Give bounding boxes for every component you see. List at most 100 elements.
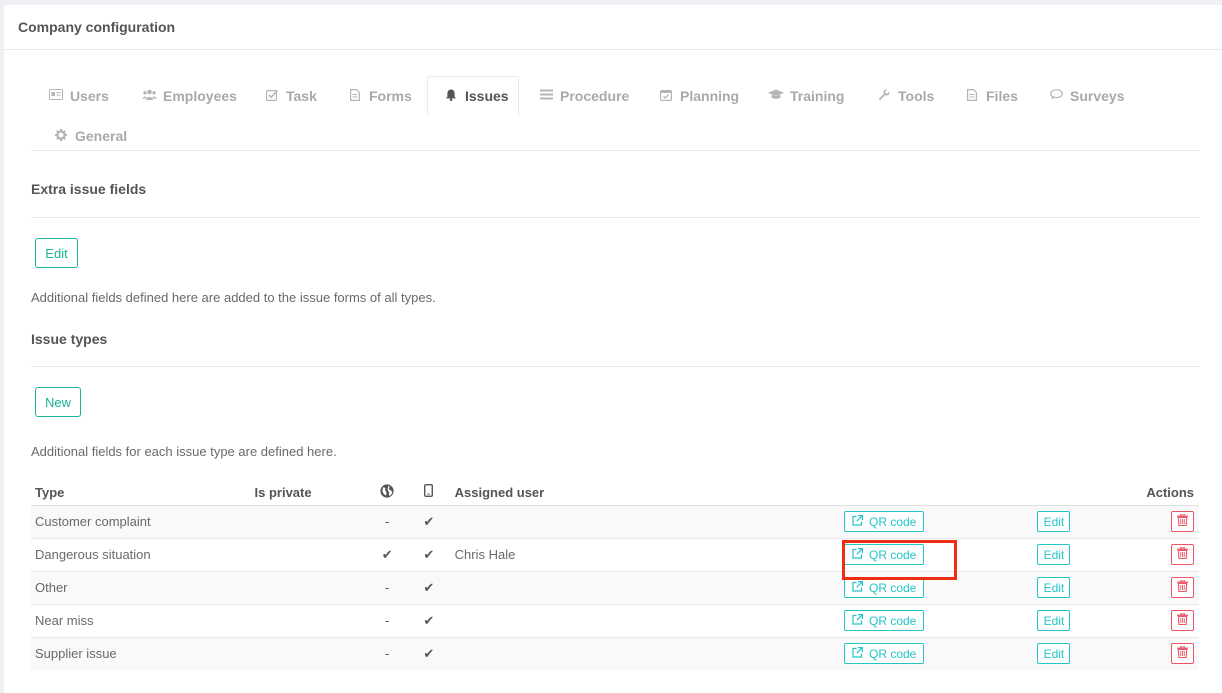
issue-types-table: Type Is private Assigned user Actions Cu… — [31, 480, 1199, 670]
qr-code-label: QR code — [869, 646, 917, 661]
is-private-cell — [250, 603, 368, 637]
delete-button[interactable] — [1171, 544, 1194, 565]
table-header-row: Type Is private Assigned user Actions — [31, 480, 1199, 506]
assigned-user-cell — [450, 504, 841, 538]
qr-code-label: QR code — [869, 514, 917, 529]
edit-extra-fields-button[interactable]: Edit — [35, 238, 78, 268]
users-icon — [141, 89, 157, 103]
delete-button[interactable] — [1171, 610, 1194, 631]
type-cell: Customer complaint — [31, 504, 251, 538]
is-private-cell — [250, 537, 368, 571]
tab-label: Surveys — [1070, 88, 1125, 104]
page-title: Company configuration — [4, 5, 1222, 50]
edit-issue-type-button[interactable]: Edit — [1037, 544, 1071, 565]
assigned-user-cell — [450, 603, 841, 637]
qr-code-button[interactable]: QR code — [844, 577, 925, 598]
tab-users[interactable]: Users — [31, 76, 109, 116]
file-icon — [964, 88, 980, 104]
tab-task[interactable]: Task — [247, 76, 317, 116]
is-private-cell — [250, 504, 368, 538]
external-link-icon — [852, 547, 863, 562]
bell-icon — [443, 89, 459, 104]
tab-label: Files — [986, 88, 1018, 104]
issue-types-help: Additional fields for each issue type ar… — [31, 444, 337, 459]
id-card-icon — [48, 89, 64, 103]
col-type: Type — [31, 480, 251, 506]
tab-files[interactable]: Files — [947, 76, 1018, 116]
wrench-icon — [876, 88, 892, 104]
delete-button[interactable] — [1171, 643, 1194, 665]
graduation-cap-icon — [768, 89, 784, 103]
public-cell: - — [367, 570, 408, 604]
public-cell: - — [367, 636, 408, 670]
type-cell: Dangerous situation — [31, 537, 251, 571]
trash-icon — [1177, 513, 1188, 529]
type-cell: Other — [31, 570, 251, 604]
assigned-user-cell: Chris Hale — [450, 537, 841, 571]
edit-issue-type-button[interactable]: Edit — [1037, 610, 1071, 631]
delete-button[interactable] — [1171, 511, 1194, 532]
table-row: Customer complaint - ✔ QR code Edit — [31, 504, 1199, 538]
config-tabs: Users Employees Task Forms Issues Proced… — [31, 71, 1199, 151]
tab-label: Tools — [898, 88, 935, 104]
type-cell: Supplier issue — [31, 636, 251, 670]
assigned-user-cell — [450, 570, 841, 604]
external-link-icon — [852, 613, 863, 628]
tab-tools[interactable]: Tools — [859, 76, 934, 116]
external-link-icon — [852, 580, 863, 595]
trash-icon — [1177, 546, 1188, 562]
qr-code-button[interactable]: QR code — [844, 511, 925, 532]
trash-icon — [1177, 612, 1188, 628]
tab-label: Issues — [465, 88, 509, 104]
type-cell: Near miss — [31, 603, 251, 637]
globe-icon — [380, 484, 394, 501]
tab-training[interactable]: Training — [751, 76, 844, 116]
col-mobile — [407, 480, 451, 506]
extra-fields-title: Extra issue fields — [31, 181, 147, 197]
tab-procedure[interactable]: Procedure — [521, 76, 629, 116]
table-row: Other - ✔ QR code Edit — [31, 570, 1199, 604]
col-public — [367, 480, 408, 506]
tab-surveys[interactable]: Surveys — [1031, 76, 1124, 116]
edit-issue-type-button[interactable]: Edit — [1037, 643, 1071, 665]
trash-icon — [1177, 579, 1188, 595]
is-private-cell — [250, 636, 368, 670]
tab-issues[interactable]: Issues — [427, 76, 519, 116]
file-icon — [347, 88, 363, 104]
comment-icon — [1048, 89, 1064, 103]
col-is-private: Is private — [250, 480, 368, 506]
tab-employees[interactable]: Employees — [124, 76, 237, 116]
mobile-cell: ✔ — [407, 537, 451, 571]
tab-forms[interactable]: Forms — [330, 76, 412, 116]
qr-code-label: QR code — [869, 580, 917, 595]
external-link-icon — [852, 514, 863, 529]
mobile-icon — [424, 484, 434, 500]
new-issue-type-button[interactable]: New — [35, 387, 81, 417]
tab-label: Employees — [163, 88, 237, 104]
calendar-check-icon — [658, 89, 674, 104]
edit-issue-type-button[interactable]: Edit — [1037, 577, 1071, 598]
is-private-cell — [250, 570, 368, 604]
qr-code-label: QR code — [869, 547, 917, 562]
list-icon — [538, 89, 554, 103]
qr-code-button[interactable]: QR code — [844, 643, 925, 665]
tab-label: Planning — [680, 88, 740, 104]
extra-fields-help: Additional fields defined here are added… — [31, 290, 436, 305]
edit-issue-type-button[interactable]: Edit — [1037, 511, 1071, 532]
tab-label: Training — [790, 88, 845, 104]
divider — [31, 366, 1199, 367]
check-square-icon — [264, 89, 280, 104]
table-row: Near miss - ✔ QR code Edit — [31, 603, 1199, 637]
delete-button[interactable] — [1171, 577, 1194, 598]
tab-planning[interactable]: Planning — [641, 76, 739, 116]
qr-code-button[interactable]: QR code — [844, 544, 925, 565]
qr-code-button[interactable]: QR code — [844, 610, 925, 631]
table-row: Supplier issue - ✔ QR code Edit — [31, 636, 1199, 670]
issue-types-title: Issue types — [31, 331, 108, 347]
mobile-cell: ✔ — [407, 570, 451, 604]
tab-general[interactable]: General — [36, 116, 127, 156]
trash-icon — [1177, 645, 1188, 661]
tab-label: Users — [70, 88, 109, 104]
tab-label: Forms — [369, 88, 412, 104]
tab-label: Procedure — [560, 88, 630, 104]
